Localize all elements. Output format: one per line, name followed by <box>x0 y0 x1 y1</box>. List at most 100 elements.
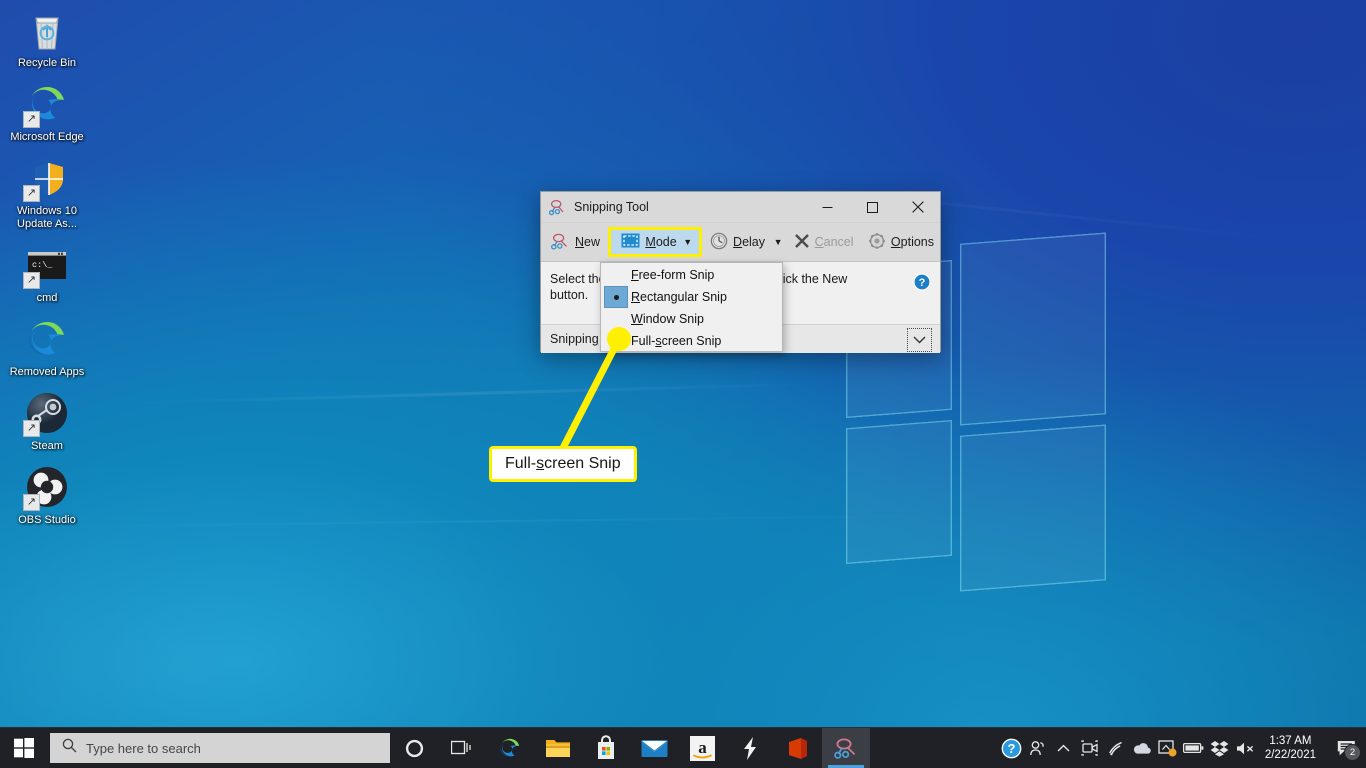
microsoft-edge-icon[interactable] <box>486 728 534 768</box>
lightning-icon[interactable] <box>726 728 774 768</box>
search-placeholder: Type here to search <box>86 741 201 756</box>
accel-char: s <box>536 455 544 472</box>
mode-dropdown-menu: Free-form Snip Rectangular Snip Window S… <box>600 262 783 352</box>
selected-radio-icon <box>604 286 628 308</box>
chevron-down-icon[interactable] <box>907 328 932 352</box>
accel-char: F <box>631 268 639 282</box>
menu-gutter <box>601 264 631 286</box>
windows-defender-shield-icon: ↗ <box>23 154 71 202</box>
gear-icon <box>868 232 886 253</box>
accel-char: D <box>733 235 742 249</box>
accel-char: N <box>575 235 584 249</box>
show-hidden-icons-chevron-icon[interactable] <box>1051 728 1077 768</box>
delay-button-label: Delay <box>733 235 765 249</box>
callout-label-rest: creen Snip <box>544 455 621 472</box>
mode-button-group[interactable]: Mode ▼ <box>608 227 701 257</box>
menu-item-rectangular-snip[interactable]: Rectangular Snip <box>601 286 782 308</box>
desktop-icon-grid: Recycle Bin ↗ Microsoft Edge ↗ Window <box>0 6 94 537</box>
menu-label-pre: Full- <box>631 334 655 348</box>
taskbar-clock[interactable]: 1:37 AM 2/22/2021 <box>1259 728 1326 768</box>
status-text: Snipping <box>550 332 599 346</box>
action-center-icon[interactable]: 2 <box>1326 728 1366 768</box>
desktop-icon-cmd[interactable]: c:\_ ↗ cmd <box>0 241 94 305</box>
onedrive-icon[interactable] <box>1129 728 1155 768</box>
desktop-icon-label: OBS Studio <box>18 514 75 527</box>
microsoft-store-icon[interactable] <box>582 728 630 768</box>
shortcut-overlay-icon: ↗ <box>23 420 40 437</box>
volume-muted-icon[interactable] <box>1233 728 1259 768</box>
shortcut-overlay-icon: ↗ <box>23 272 40 289</box>
task-view-icon[interactable] <box>438 728 486 768</box>
desktop-icon-label: Microsoft Edge <box>10 131 83 144</box>
window-title-bar[interactable]: Snipping Tool <box>541 192 940 223</box>
new-label-rest: ew <box>584 235 600 249</box>
menu-item-label: Free-form Snip <box>631 268 714 282</box>
amazon-icon[interactable]: a <box>678 728 726 768</box>
accel-char: C <box>815 235 824 249</box>
windows-logo-pane <box>960 424 1106 591</box>
cortana-icon[interactable] <box>390 728 438 768</box>
microsoft-office-icon[interactable] <box>774 728 822 768</box>
file-explorer-icon[interactable] <box>534 728 582 768</box>
callout-label-pre: Full- <box>505 455 536 472</box>
menu-item-label: Full-screen Snip <box>631 334 721 348</box>
menu-item-label: Rectangular Snip <box>631 290 727 304</box>
clock-date: 2/22/2021 <box>1265 748 1316 762</box>
callout-label-text: Full-screen Snip <box>505 455 621 473</box>
desktop-icon-recycle-bin[interactable]: Recycle Bin <box>0 6 94 70</box>
search-input[interactable]: Type here to search <box>50 733 390 763</box>
help-circle-icon[interactable]: ? <box>999 728 1025 768</box>
desktop-icon-windows-10-update-assistant[interactable]: ↗ Windows 10 Update As... <box>0 154 94 231</box>
microsoft-edge-icon <box>23 315 71 363</box>
menu-item-free-form-snip[interactable]: Free-form Snip <box>601 264 782 286</box>
webcam-icon[interactable] <box>1077 728 1103 768</box>
help-icon[interactable]: ? <box>913 273 931 291</box>
mode-button[interactable]: Mode <box>615 227 678 257</box>
windows-taskbar: Type here to search <box>0 727 1366 768</box>
mode-label-rest: ode <box>656 235 677 249</box>
desktop-icon-steam[interactable]: ↗ Steam <box>0 389 94 453</box>
new-button-label: New <box>575 235 600 249</box>
desktop-icon-microsoft-edge[interactable]: ↗ Microsoft Edge <box>0 80 94 144</box>
delay-button[interactable]: Delay <box>704 227 771 257</box>
shortcut-overlay-icon: ↗ <box>23 111 40 128</box>
notification-badge: 2 <box>1344 744 1361 761</box>
desktop-icon-label: cmd <box>37 292 58 305</box>
windows-logo-pane <box>960 232 1106 425</box>
new-snip-scissors-icon <box>551 232 570 253</box>
battery-icon[interactable] <box>1181 728 1207 768</box>
accel-char: W <box>631 312 643 326</box>
accel-char: R <box>631 290 640 304</box>
snipping-tool-icon <box>549 198 567 216</box>
minimize-icon[interactable] <box>805 193 850 222</box>
window-title: Snipping Tool <box>574 200 805 214</box>
options-button[interactable]: Options <box>862 227 940 257</box>
menu-item-full-screen-snip[interactable]: Full-screen Snip <box>601 330 782 352</box>
people-icon[interactable] <box>1025 728 1051 768</box>
mode-dropdown-caret-icon[interactable]: ▼ <box>679 227 697 257</box>
desktop-icon-obs-studio[interactable]: ↗ OBS Studio <box>0 463 94 527</box>
close-icon[interactable] <box>895 193 940 222</box>
cancel-label-rest: ancel <box>824 235 854 249</box>
options-button-label: Options <box>891 235 934 249</box>
svg-text:a: a <box>698 738 707 757</box>
desktop-icon-label: Steam <box>31 440 63 453</box>
cancel-button[interactable]: Cancel <box>788 227 860 257</box>
delay-dropdown-caret-icon[interactable]: ▼ <box>771 227 785 257</box>
dropbox-icon[interactable] <box>1207 728 1233 768</box>
svg-text:c:\_: c:\_ <box>32 260 53 270</box>
steam-icon: ↗ <box>23 389 71 437</box>
maximize-icon[interactable] <box>850 193 895 222</box>
desktop-icon-removed-apps[interactable]: Removed Apps <box>0 315 94 379</box>
rectangular-selection-icon <box>621 233 640 251</box>
mail-icon[interactable] <box>630 728 678 768</box>
mode-button-label: Mode <box>645 235 676 249</box>
windows-start-icon[interactable] <box>0 728 48 768</box>
menu-item-window-snip[interactable]: Window Snip <box>601 308 782 330</box>
screen-snip-icon[interactable] <box>1155 728 1181 768</box>
callout-label-box: Full-screen Snip <box>489 446 637 482</box>
snipping-tool-icon[interactable] <box>822 728 870 768</box>
desktop-icon-label: Windows 10 Update As... <box>3 205 91 231</box>
wifi-icon[interactable] <box>1103 728 1129 768</box>
new-button[interactable]: New <box>545 227 606 257</box>
